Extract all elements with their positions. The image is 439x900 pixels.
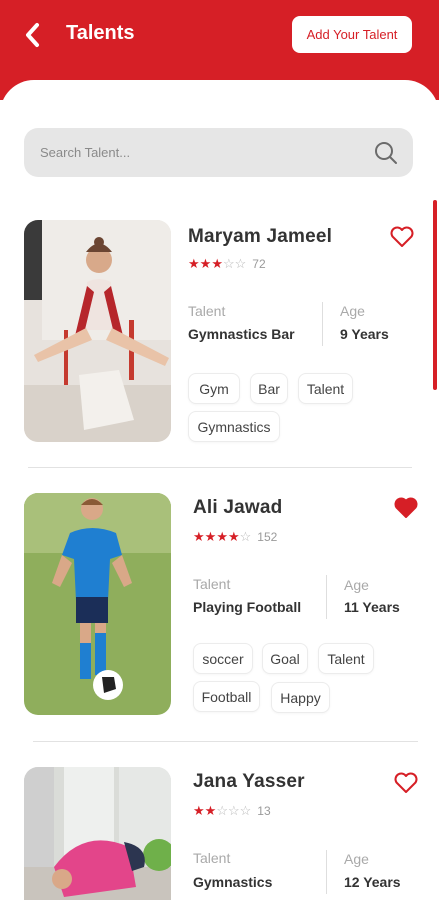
- rating-stars: ★ ★ ☆ ☆ ☆ 13: [193, 803, 271, 819]
- tag-chip[interactable]: Gym: [188, 373, 240, 404]
- star-icon: ★: [204, 803, 217, 818]
- talent-photo-gymnast-girl: [24, 220, 171, 442]
- talent-value: Playing Football: [193, 599, 302, 615]
- talent-label: Talent: [188, 303, 226, 319]
- info-divider: [322, 302, 323, 346]
- talent-value: Gymnastics: [193, 874, 273, 890]
- star-icon: ☆: [227, 803, 240, 818]
- star-icon: ☆: [239, 529, 252, 544]
- star-icon: ★: [211, 256, 223, 271]
- rating-stars: ★ ★ ★ ☆ ☆ 72: [188, 256, 266, 272]
- chevron-left-icon: [26, 23, 39, 47]
- info-divider: [326, 575, 327, 619]
- back-button[interactable]: [18, 20, 46, 50]
- age-label: Age: [344, 577, 369, 593]
- info-divider: [326, 850, 327, 894]
- star-icon: ☆: [216, 803, 228, 818]
- search-icon[interactable]: [373, 140, 399, 166]
- age-label: Age: [340, 303, 365, 319]
- star-icon: ★: [193, 803, 205, 818]
- tag-chip[interactable]: soccer: [193, 643, 253, 674]
- age-value: 12 Years: [344, 874, 401, 890]
- talent-name[interactable]: Maryam Jameel: [188, 226, 332, 248]
- star-icon: ★: [204, 529, 217, 544]
- review-count: 13: [257, 804, 271, 818]
- tag-chip[interactable]: Gymnastics: [188, 411, 280, 442]
- search-bar: [24, 128, 413, 177]
- star-icon: ★: [199, 256, 212, 271]
- talent-photo-football-boy: [24, 493, 171, 715]
- talent-name[interactable]: Jana Yasser: [193, 771, 305, 793]
- age-label: Age: [344, 851, 369, 867]
- tag-chip[interactable]: Bar: [250, 373, 288, 404]
- card-divider: [33, 741, 418, 742]
- heart-outline-icon[interactable]: [393, 771, 419, 795]
- talent-label: Talent: [193, 850, 231, 866]
- star-icon: ★: [216, 529, 228, 544]
- star-icon: ☆: [234, 256, 247, 271]
- talent-photo-gymnast-bend: [24, 767, 171, 900]
- tag-chip[interactable]: Happy: [271, 682, 330, 713]
- star-icon: ★: [193, 529, 205, 544]
- card-divider: [28, 467, 412, 468]
- talent-label: Talent: [193, 576, 231, 592]
- search-input[interactable]: [40, 128, 360, 177]
- age-value: 9 Years: [340, 326, 389, 342]
- scrollbar[interactable]: [433, 200, 437, 390]
- talent-value: Gymnastics Bar: [188, 326, 295, 342]
- page-title: Talents: [66, 22, 135, 44]
- add-your-talent-button[interactable]: Add Your Talent: [292, 16, 412, 53]
- review-count: 152: [257, 530, 278, 544]
- review-count: 72: [252, 257, 266, 271]
- age-value: 11 Years: [344, 599, 400, 615]
- star-icon: ☆: [222, 256, 235, 271]
- tag-chip[interactable]: Football: [193, 681, 260, 712]
- tag-chip[interactable]: Talent: [298, 373, 353, 404]
- tag-chip[interactable]: Talent: [318, 643, 374, 674]
- talent-name[interactable]: Ali Jawad: [193, 497, 282, 519]
- star-icon: ☆: [239, 803, 252, 818]
- heart-filled-icon[interactable]: [393, 496, 419, 520]
- tag-chip[interactable]: Goal: [262, 643, 308, 674]
- heart-outline-icon[interactable]: [389, 225, 415, 249]
- rating-stars: ★ ★ ★ ★ ☆ 152: [193, 529, 277, 545]
- star-icon: ★: [227, 529, 240, 544]
- star-icon: ★: [188, 256, 200, 271]
